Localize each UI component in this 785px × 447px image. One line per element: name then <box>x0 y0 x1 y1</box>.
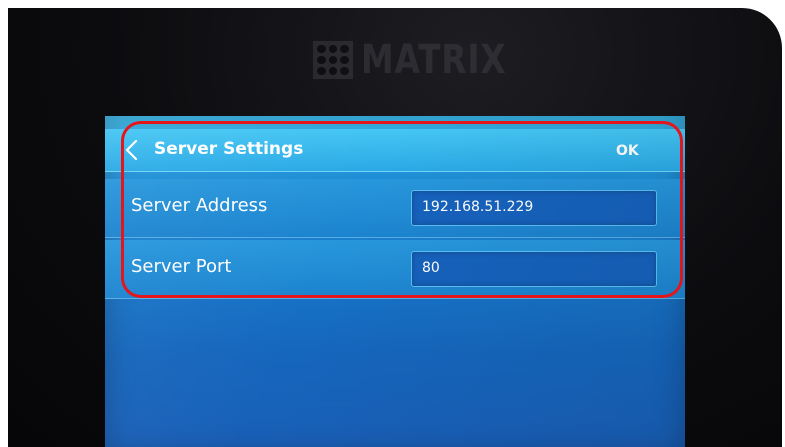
server-port-field[interactable]: 80 <box>411 251 657 287</box>
brand-logo-text: MATRIX <box>361 37 507 83</box>
server-port-value: 80 <box>422 260 440 276</box>
device-bezel: MATRIX Server Settings OK Server Address… <box>8 8 782 447</box>
brand-logo-mark <box>313 41 353 79</box>
chevron-left-icon[interactable] <box>124 139 140 161</box>
server-address-row: Server Address 192.168.51.229 <box>105 179 685 238</box>
server-port-label: Server Port <box>131 256 232 277</box>
device-screen: Server Settings OK Server Address 192.16… <box>105 116 685 447</box>
server-address-field[interactable]: 192.168.51.229 <box>411 190 657 226</box>
server-address-value: 192.168.51.229 <box>422 199 534 215</box>
page-title: Server Settings <box>154 139 304 159</box>
title-bar: Server Settings OK <box>105 129 685 172</box>
server-port-row: Server Port 80 <box>105 240 685 299</box>
brand-logo: MATRIX <box>313 36 538 84</box>
ok-button[interactable]: OK <box>610 141 645 161</box>
server-address-label: Server Address <box>131 195 268 216</box>
